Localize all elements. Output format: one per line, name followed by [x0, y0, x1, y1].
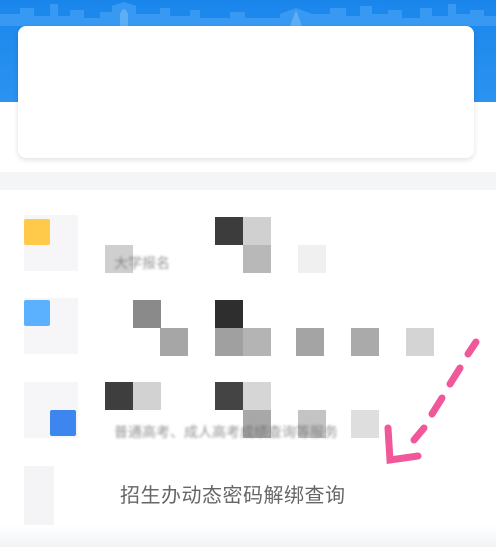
- service-row-1[interactable]: 大学报名: [0, 203, 496, 287]
- mosaic-block: [133, 382, 161, 410]
- service-icon-tile: [24, 298, 78, 354]
- mosaic-block: [215, 328, 243, 356]
- service-row-title: 大学报名: [114, 256, 170, 272]
- section-divider: [0, 172, 496, 190]
- bottom-fade: [0, 525, 496, 547]
- mosaic-block: [243, 217, 271, 245]
- service-icon-tile: [24, 382, 78, 438]
- light-blue-square-icon: [24, 300, 50, 326]
- mosaic-block: [215, 300, 243, 328]
- blue-square-icon: [50, 410, 76, 436]
- mosaic-block: [351, 410, 379, 438]
- mosaic-block: [133, 300, 161, 328]
- service-row-subtitle: 普通高考、成人高考成绩查询等服务: [114, 425, 338, 441]
- mosaic-block: [243, 245, 271, 273]
- mosaic-block: [351, 328, 379, 356]
- mosaic-block: [105, 382, 133, 410]
- service-icon-tile: [24, 466, 54, 526]
- service-icon-tile: [24, 215, 78, 271]
- mosaic-block: [215, 217, 243, 245]
- mosaic-block: [215, 382, 243, 410]
- annotation-arrow-icon: [384, 338, 480, 465]
- mosaic-block: [243, 382, 271, 410]
- header-card: [18, 26, 474, 158]
- mosaic-block: [298, 245, 326, 273]
- city-skyline-decoration: [0, 2, 496, 26]
- dynamic-password-unbind-query-link[interactable]: 招生办动态密码解绑查询: [120, 479, 346, 508]
- yellow-square-icon: [24, 219, 50, 245]
- mosaic-block: [296, 328, 324, 356]
- mosaic-block: [160, 328, 188, 356]
- mosaic-block: [243, 328, 271, 356]
